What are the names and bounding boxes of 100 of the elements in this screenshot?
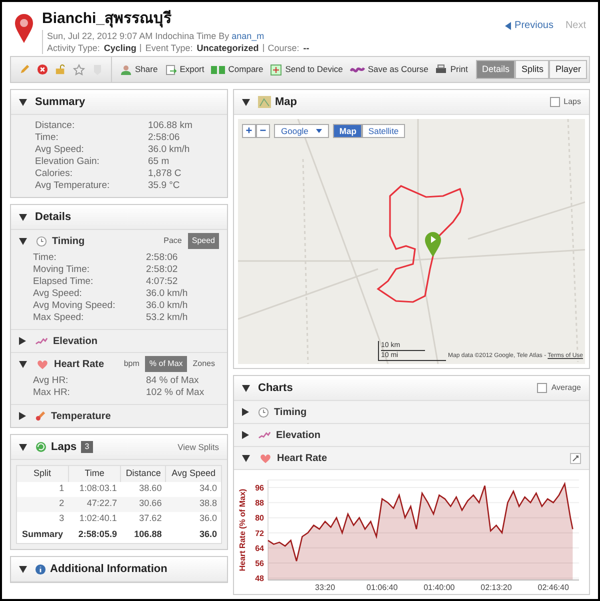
panel-title: Additional Information — [50, 562, 168, 577]
meta-value: Uncategorized — [196, 44, 259, 52]
y-tick-label: 72 — [255, 528, 264, 538]
y-axis-label: Heart Rate (% of Max) — [238, 488, 247, 572]
meta-label: Course: — [268, 44, 300, 52]
toggle-button[interactable]: bpm — [120, 356, 144, 372]
stat-value: 2:58:02 — [146, 264, 178, 276]
collapse-triangle-icon[interactable] — [242, 454, 250, 462]
provider-dropdown[interactable]: Google — [274, 124, 330, 138]
column-header: Split — [16, 466, 68, 482]
people-icon — [120, 64, 132, 76]
stat-label: Elevation Gain: — [35, 156, 100, 168]
collapse-triangle-icon[interactable] — [19, 98, 27, 106]
table-cell: 36.0 — [166, 512, 222, 526]
table-cell: 1 — [16, 482, 68, 496]
heart-icon — [36, 358, 49, 370]
stat-label: Time: — [33, 252, 58, 264]
collapse-triangle-icon[interactable] — [242, 384, 250, 392]
elevation-icon — [35, 336, 48, 346]
stat-label: Avg Temperature: — [35, 180, 111, 192]
stat-value: 36.0 km/h — [148, 144, 190, 156]
author-link[interactable]: anan_m — [232, 31, 264, 41]
summary-cell: 106.88 — [120, 526, 166, 544]
collapse-triangle-icon[interactable] — [19, 566, 27, 572]
toggle-button[interactable]: Speed — [188, 233, 219, 249]
stat-label: Elapsed Time: — [33, 276, 94, 288]
expand-triangle-icon[interactable] — [242, 408, 249, 416]
expand-triangle-icon[interactable] — [242, 431, 249, 439]
table-cell: 47:22.7 — [68, 496, 121, 512]
left-arrow-icon — [504, 22, 511, 30]
heart-icon — [259, 452, 272, 464]
table-cell: 3 — [16, 512, 68, 526]
compare-icon — [211, 64, 226, 74]
nav-link[interactable]: Previous — [504, 18, 554, 33]
column-header: Time — [68, 466, 121, 482]
elevation-icon — [258, 430, 271, 440]
toolbar-button[interactable]: Compare — [211, 63, 264, 76]
stat-value: 2:58:06 — [148, 132, 180, 144]
view-tab[interactable]: Details — [476, 60, 516, 79]
collapse-triangle-icon[interactable] — [19, 238, 27, 244]
y-tick-label: 64 — [255, 544, 264, 553]
zoom-out-button[interactable]: − — [256, 124, 270, 138]
panel-title: Laps — [51, 440, 77, 455]
x-tick-label: 33:20 — [315, 583, 336, 592]
delete-icon[interactable] — [37, 64, 48, 75]
map-mode-button[interactable]: Map — [333, 124, 362, 138]
toolbar-button[interactable]: Send to Device — [270, 63, 343, 76]
checkbox-label: Average — [551, 382, 581, 394]
table-cell: 34.0 — [166, 482, 222, 496]
info-icon — [35, 564, 46, 574]
stat-label: Max HR: — [33, 387, 71, 399]
section-title: Timing — [274, 406, 307, 420]
y-tick-label: 88 — [255, 498, 264, 508]
table-cell: 2 — [16, 496, 68, 512]
toggle-button[interactable]: Pace — [160, 233, 186, 249]
view-splits-link[interactable]: View Splits — [178, 440, 219, 454]
table-cell: 38.60 — [120, 482, 166, 496]
collapse-triangle-icon[interactable] — [19, 214, 27, 220]
device-icon — [270, 64, 282, 76]
summary-cell: 36.0 — [166, 526, 222, 544]
activity-title: Bianchi_สุพรรณบุรี — [42, 10, 173, 28]
stat-value: 102 % of Max — [146, 387, 204, 399]
view-tab[interactable]: Player — [549, 60, 587, 79]
zoom-in-button[interactable]: + — [242, 124, 256, 138]
stat-label: Time: — [35, 132, 60, 144]
stat-value: 2:58:06 — [146, 252, 178, 264]
collapse-triangle-icon[interactable] — [242, 98, 250, 106]
x-tick-label: 01:40:00 — [424, 583, 455, 592]
toolbar-button[interactable]: Export — [164, 63, 204, 76]
squiggle-icon — [350, 65, 365, 74]
expand-triangle-icon[interactable] — [19, 412, 26, 420]
checkbox[interactable] — [537, 383, 548, 393]
stat-label: Avg Speed: — [33, 288, 83, 300]
map-mode-button[interactable]: Satellite — [362, 124, 405, 138]
collapse-triangle-icon[interactable] — [19, 444, 27, 450]
column-header: Distance — [120, 466, 166, 482]
thermometer-icon — [35, 410, 46, 422]
collapse-triangle-icon[interactable] — [19, 360, 27, 368]
expand-triangle-icon[interactable] — [19, 337, 26, 345]
panel-title: Details — [35, 210, 72, 225]
checkbox[interactable] — [550, 97, 560, 107]
stat-value: 65 m — [148, 156, 170, 168]
toolbar-button[interactable]: Share — [120, 63, 158, 76]
stat-label: Calories: — [35, 168, 74, 180]
toolbar-button[interactable]: Print — [435, 63, 468, 76]
star-icon[interactable] — [73, 64, 85, 76]
toolbar-button[interactable]: Save as Course — [350, 63, 428, 76]
stat-label: Moving Time: — [33, 264, 90, 276]
expand-icon[interactable] — [570, 452, 581, 464]
section-title: Heart Rate — [277, 452, 328, 466]
section-title: Elevation — [276, 428, 320, 442]
view-tab[interactable]: Splits — [515, 60, 550, 79]
checkbox-label: Laps — [564, 96, 581, 108]
toggle-button[interactable]: % of Max — [145, 356, 187, 372]
lock-icon[interactable] — [55, 64, 66, 75]
y-tick-label: 48 — [255, 574, 264, 584]
activity-date: Sun, Jul 22, 2012 9:07 AM Indochina Time By — [47, 31, 230, 41]
stat-label: Avg Speed: — [35, 144, 85, 156]
summary-cell: 2:58:05.9 — [68, 526, 121, 544]
toggle-button[interactable]: Zones — [188, 356, 219, 372]
